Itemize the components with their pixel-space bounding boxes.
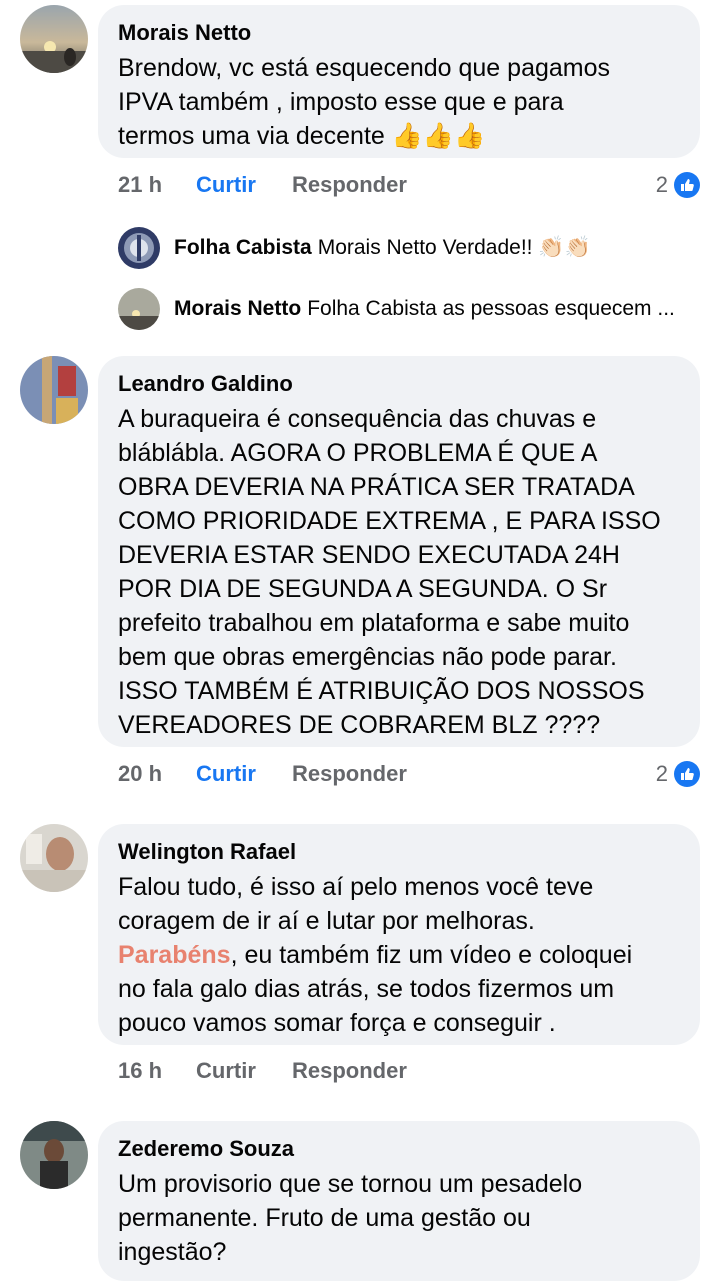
comment-bubble: Leandro Galdino A buraqueira é consequên…	[98, 356, 700, 747]
like-button[interactable]: Curtir	[196, 761, 292, 787]
reply-text: Morais Netto Verdade!! 👏🏻👏🏻	[317, 236, 591, 259]
reaction-count: 2	[655, 761, 668, 786]
reaction-count: 2	[655, 172, 668, 197]
comment-author[interactable]: Zederemo Souza	[118, 1135, 680, 1163]
comment-actions: 16 h Curtir Responder	[118, 1056, 720, 1086]
like-button[interactable]: Curtir	[196, 172, 292, 198]
comment-text-part: Falou tudo, é isso aí pelo menos você te…	[118, 873, 594, 935]
reply-author[interactable]: Morais Netto	[174, 297, 301, 320]
avatar-leandro-galdino[interactable]	[20, 356, 88, 424]
reaction-summary[interactable]: 2	[656, 761, 700, 787]
comment-actions: 21 h Curtir Responder 2	[118, 170, 720, 200]
comment-time[interactable]: 16 h	[118, 1058, 196, 1084]
avatar-zederemo-souza[interactable]	[20, 1121, 88, 1189]
comment-time[interactable]: 21 h	[118, 172, 196, 198]
highlighted-word: Parabéns	[118, 941, 231, 969]
avatar-morais-netto-reply[interactable]	[118, 288, 160, 330]
comment-bubble: Welington Rafael Falou tudo, é isso aí p…	[98, 824, 700, 1045]
avatar-morais-netto[interactable]	[20, 5, 88, 73]
comment-text: Um provisorio que se tornou um pesadelo …	[118, 1170, 583, 1266]
thumbs-up-icon	[674, 172, 700, 198]
reply-item[interactable]: Folha Cabista Morais Netto Verdade!! 👏🏻👏🏻	[174, 233, 700, 263]
reply-item[interactable]: Morais Netto Folha Cabista as pessoas esq…	[174, 294, 700, 324]
comment-text: Brendow, vc está esquecendo que pagamos …	[118, 54, 611, 150]
thumbs-up-icon	[674, 761, 700, 787]
reply-text: Folha Cabista as pessoas esquecem ...	[307, 297, 675, 320]
avatar-welington-rafael[interactable]	[20, 824, 88, 892]
comment-time[interactable]: 20 h	[118, 761, 196, 787]
avatar-folha-cabista[interactable]	[118, 227, 160, 269]
reaction-summary[interactable]: 2	[656, 172, 700, 198]
like-button[interactable]: Curtir	[196, 1058, 292, 1084]
comment-bubble: Morais Netto Brendow, vc está esquecendo…	[98, 5, 700, 158]
reply-button[interactable]: Responder	[292, 761, 407, 787]
reply-author[interactable]: Folha Cabista	[174, 236, 312, 259]
comment-text: A buraqueira é consequência das chuvas e…	[118, 405, 661, 739]
reply-button[interactable]: Responder	[292, 1058, 407, 1084]
comment-author[interactable]: Welington Rafael	[118, 838, 680, 866]
comment-actions: 20 h Curtir Responder 2	[118, 759, 720, 789]
comment-text: Falou tudo, é isso aí pelo menos você te…	[118, 870, 680, 1040]
reply-button[interactable]: Responder	[292, 172, 407, 198]
comment-bubble: Zederemo Souza Um provisorio que se torn…	[98, 1121, 700, 1281]
comment-author[interactable]: Leandro Galdino	[118, 370, 680, 398]
comment-author[interactable]: Morais Netto	[118, 19, 680, 47]
